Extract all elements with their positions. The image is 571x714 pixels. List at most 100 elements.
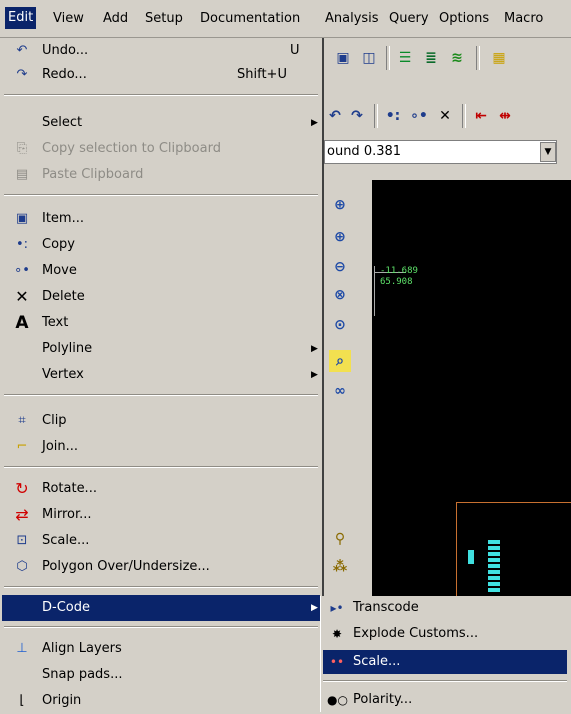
text-icon: A	[15, 313, 29, 333]
menu-setup[interactable]: Setup	[142, 9, 186, 29]
zoom-in-icon[interactable]: ⊕	[329, 226, 351, 248]
transcode-icon: ▸•	[330, 601, 344, 615]
menu-item-redo[interactable]: ↷ Redo... Shift+U	[2, 62, 320, 88]
zoom-prev-icon[interactable]: ⊗	[329, 284, 351, 306]
submenu-item-transcode[interactable]: ▸• Transcode	[323, 596, 567, 620]
scale-icon: ⊡	[16, 533, 28, 548]
menu-item-item[interactable]: ▣ Item...	[2, 206, 320, 232]
menu-item-polyline[interactable]: Polyline ▶	[2, 336, 320, 362]
menu-analysis[interactable]: Analysis	[322, 9, 382, 29]
layer-combo[interactable]: ound 0.381	[324, 140, 557, 164]
delete-icon: ✕	[15, 287, 29, 306]
toolbar-separator	[476, 46, 480, 70]
menu-macro[interactable]: Macro	[501, 9, 546, 29]
pad	[468, 550, 474, 564]
route-icon[interactable]: ≋	[446, 47, 468, 69]
align-layers-icon: ⊥	[16, 641, 28, 656]
menu-view[interactable]: View	[50, 9, 87, 29]
chevron-down-icon[interactable]: ▼	[540, 142, 556, 162]
zoom-out-icon[interactable]: ⊖	[329, 256, 351, 278]
menu-separator	[4, 626, 318, 628]
item-icon: ▣	[15, 211, 29, 226]
menu-item-move[interactable]: ∘• Move	[2, 258, 320, 284]
menu-item-delete[interactable]: ✕ Delete	[2, 284, 320, 310]
pad-array	[488, 540, 500, 592]
menu-separator	[4, 94, 318, 96]
submenu-item-explode[interactable]: ✸ Explode Customs...	[323, 622, 567, 646]
undo-tool-icon[interactable]: ↶	[324, 105, 346, 127]
window-icon[interactable]: ▣	[332, 47, 354, 69]
menu-item-dcode[interactable]: D-Code ▶	[2, 595, 320, 621]
explode-icon: ✸	[331, 627, 343, 641]
toolbar-top: ▣ ◫ ☰ ≣ ≋ ▦	[324, 42, 571, 74]
mirror-tool-icon[interactable]: ⇤	[470, 105, 492, 127]
grid-icon[interactable]: ▦	[488, 47, 510, 69]
menu-item-rotate[interactable]: ↻ Rotate...	[2, 476, 320, 502]
toolbar-separator	[386, 46, 390, 70]
clipboard-copy-icon: ⎘	[16, 141, 28, 156]
mirror-icon: ⇄	[15, 505, 29, 524]
menu-edit[interactable]: Edit	[5, 7, 37, 29]
menu-item-snap-pads[interactable]: Snap pads...	[2, 662, 320, 688]
menu-item-select[interactable]: Select ▶	[2, 110, 320, 136]
scale-dcode-icon: ••	[329, 655, 345, 669]
menu-item-text[interactable]: A Text	[2, 310, 320, 336]
mirror2-tool-icon[interactable]: ⇹	[494, 105, 516, 127]
menu-separator	[4, 394, 318, 396]
menu-options[interactable]: Options	[436, 9, 492, 29]
polarity-icon: ●○	[327, 693, 348, 707]
menu-separator	[4, 194, 318, 196]
move-tool-icon[interactable]: ∘•	[408, 105, 430, 127]
toolbar-edit: ↶ ↷ •: ∘• ✕ ⇤ ⇹	[324, 100, 571, 132]
zoom-pan-icon[interactable]: ∞	[329, 380, 351, 402]
menu-item-clip[interactable]: ⌗ Clip	[2, 408, 320, 434]
submenu-arrow-icon: ▶	[311, 370, 318, 380]
find-icon[interactable]: ⚲	[329, 528, 351, 550]
zoom-all-icon[interactable]: ⊙	[329, 314, 351, 336]
cursor-line	[374, 266, 375, 316]
dcode-submenu: ▸• Transcode ✸ Explode Customs... •• Sca…	[320, 596, 571, 712]
menu-separator	[323, 680, 567, 682]
copy-tool-icon[interactable]: •:	[382, 105, 404, 127]
menu-documentation[interactable]: Documentation	[197, 9, 303, 29]
drawing-canvas[interactable]: -11.689 65.908	[372, 180, 571, 601]
view-icon[interactable]: ◫	[358, 47, 380, 69]
menu-item-undo[interactable]: ↶ Undo... U	[2, 38, 320, 64]
edit-menu: ↶ Undo... U ↷ Redo... Shift+U Select ▶ ⎘…	[0, 38, 324, 712]
copy-icon: •:	[15, 237, 29, 252]
clipboard-paste-icon: ▤	[15, 167, 29, 182]
layers-icon[interactable]: ☰	[394, 47, 416, 69]
zoom-window-icon[interactable]: ⊕	[329, 194, 351, 216]
menu-item-align-layers[interactable]: ⊥ Align Layers	[2, 636, 320, 662]
redo-icon: ↷	[16, 67, 28, 82]
redo-tool-icon[interactable]: ↷	[346, 105, 368, 127]
menu-item-mirror[interactable]: ⇄ Mirror...	[2, 502, 320, 528]
submenu-item-polarity[interactable]: ●○ Polarity...	[323, 688, 567, 712]
net-icon[interactable]: ⁂	[329, 556, 351, 578]
menu-add[interactable]: Add	[100, 9, 131, 29]
submenu-arrow-icon: ▶	[311, 603, 318, 613]
undo-icon: ↶	[16, 43, 28, 58]
menu-query[interactable]: Query	[386, 9, 432, 29]
menu-separator	[4, 466, 318, 468]
menu-item-polygon[interactable]: ⬡ Polygon Over/Undersize...	[2, 554, 320, 580]
menu-item-join[interactable]: ⌐ Join...	[2, 434, 320, 460]
move-icon: ∘•	[14, 263, 30, 278]
menu-item-copy[interactable]: •: Copy	[2, 232, 320, 258]
rotate-icon: ↻	[15, 479, 29, 498]
menu-item-vertex[interactable]: Vertex ▶	[2, 362, 320, 388]
toolbar-separator	[462, 104, 466, 128]
polygon-icon: ⬡	[16, 559, 28, 574]
submenu-arrow-icon: ▶	[311, 344, 318, 354]
menu-item-copy-selection: ⎘ Copy selection to Clipboard	[2, 136, 320, 162]
menu-item-paste-clipboard: ▤ Paste Clipboard	[2, 162, 320, 188]
coord-y: 65.908	[380, 277, 413, 287]
clip-icon: ⌗	[18, 413, 26, 428]
zoom-select-icon[interactable]: ⌕	[329, 350, 351, 372]
stack-icon[interactable]: ≣	[420, 47, 442, 69]
submenu-item-scale[interactable]: •• Scale...	[323, 650, 567, 674]
menu-item-origin[interactable]: ⌊ Origin	[2, 688, 320, 714]
menu-item-scale[interactable]: ⊡ Scale...	[2, 528, 320, 554]
origin-icon: ⌊	[19, 693, 25, 708]
delete-tool-icon[interactable]: ✕	[434, 105, 456, 127]
